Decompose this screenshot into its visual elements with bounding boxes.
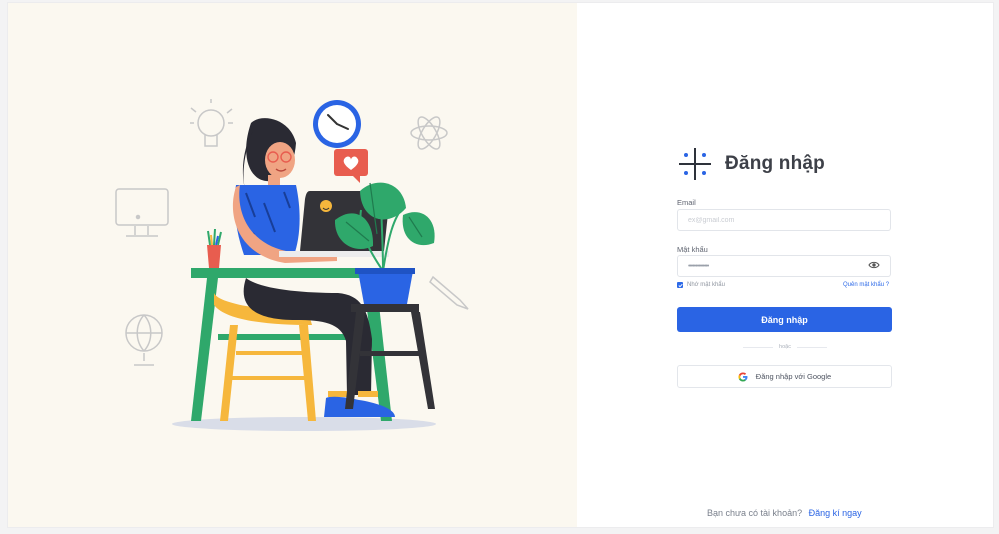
pen-cup [207, 228, 222, 268]
divider-line [796, 346, 827, 348]
heart-bubble [334, 149, 368, 183]
show-password-icon[interactable] [868, 260, 880, 270]
signup-prompt: Bạn chưa có tài khoản? Đăng kí ngay [707, 508, 862, 518]
person [232, 118, 395, 417]
google-button-label: Đăng nhập với Google [755, 372, 832, 381]
page-title: Đăng nhập [725, 153, 825, 174]
illustration-panel [8, 3, 577, 527]
login-form-panel: Đăng nhập Email Mật khẩu Nhớ mật khẩu Qu… [577, 3, 993, 527]
doodle-monitor [115, 188, 169, 237]
remember-me[interactable]: Nhớ mật khẩu [677, 282, 725, 288]
clock [313, 100, 361, 148]
email-field[interactable] [677, 209, 891, 231]
doodle-atom [410, 116, 448, 150]
signup-question: Bạn chưa có tài khoản? [707, 508, 803, 518]
or-divider: hoặc [743, 344, 827, 350]
divider-line [743, 346, 774, 348]
brand-header: Đăng nhập [677, 146, 825, 182]
remember-checkbox[interactable] [677, 282, 683, 288]
password-field[interactable] [677, 255, 891, 277]
plus-brand-icon [679, 148, 711, 180]
doodle-pencil [429, 275, 469, 310]
google-login-button[interactable]: Đăng nhập với Google [677, 365, 892, 388]
forgot-password-link[interactable]: Quên mật khẩu ? [843, 282, 889, 288]
signup-link[interactable]: Đăng kí ngay [809, 508, 862, 518]
login-page: Đăng nhập Email Mật khẩu Nhớ mật khẩu Qu… [8, 3, 993, 527]
google-icon [738, 372, 748, 381]
login-button[interactable]: Đăng nhập [677, 307, 892, 332]
doodle-lightbulb [190, 99, 233, 147]
doodle-globe [125, 314, 163, 366]
or-text: hoặc [779, 344, 791, 350]
remember-label: Nhớ mật khẩu [687, 282, 725, 288]
workspace-illustration [115, 99, 469, 431]
password-label: Mật khẩu [677, 245, 708, 254]
email-label: Email [677, 198, 696, 207]
